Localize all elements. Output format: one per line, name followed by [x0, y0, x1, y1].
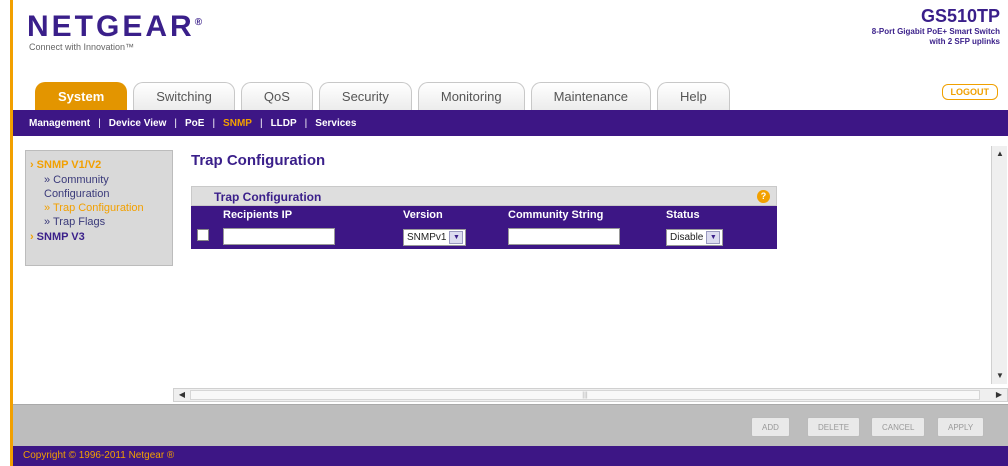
separator: |: [98, 117, 101, 129]
sidebar-group-snmp-v1-v2[interactable]: › SNMP V1/V2: [30, 159, 168, 171]
version-select[interactable]: SNMPv1 ▼: [403, 229, 467, 246]
sidebar-group-snmp-v3[interactable]: › SNMP V3: [30, 231, 168, 243]
add-button[interactable]: ADD: [751, 417, 790, 437]
chevron-down-icon: ▼: [706, 231, 721, 244]
tab-monitoring[interactable]: Monitoring: [417, 82, 525, 110]
community-string-input[interactable]: [508, 227, 620, 245]
subnav-poe[interactable]: PoE: [185, 118, 204, 129]
column-header-version: Version: [397, 206, 502, 224]
row-select-checkbox[interactable]: [197, 228, 209, 241]
main-tabs: System Switching QoS Security Monitoring…: [35, 82, 736, 110]
horizontal-scrollbar[interactable]: ◀ ||| ▶: [173, 388, 1008, 402]
subnav-device-view[interactable]: Device View: [109, 118, 167, 129]
model-info: GS510TP 8-Port Gigabit PoE+ Smart Switch…: [872, 6, 1000, 47]
column-header-community-string: Community String: [502, 206, 660, 224]
separator: |: [304, 117, 308, 129]
table-row: SNMPv1 ▼ Disable ▼: [191, 224, 777, 249]
scroll-left-icon[interactable]: ◀: [175, 389, 189, 401]
subnav-snmp[interactable]: SNMP: [223, 118, 252, 129]
page-title: Trap Configuration: [191, 152, 326, 169]
subnav-lldp[interactable]: LLDP: [271, 118, 297, 129]
column-header-recipients-ip: Recipients IP: [217, 206, 397, 224]
tab-switching[interactable]: Switching: [133, 82, 235, 110]
horizontal-scroll-thumb[interactable]: |||: [190, 390, 980, 400]
model-name: GS510TP: [920, 6, 1000, 26]
action-bar: ADD DELETE CANCEL APPLY: [13, 404, 1008, 446]
trap-table: Recipients IP Version Community String S…: [191, 206, 777, 249]
tab-security[interactable]: Security: [318, 82, 412, 110]
logout-button[interactable]: LOGOUT: [941, 84, 998, 100]
netgear-logo: NETGEAR®: [27, 10, 206, 43]
vertical-scrollbar[interactable]: ▲ ▼: [991, 146, 1007, 384]
tab-help[interactable]: Help: [657, 82, 730, 110]
cancel-button[interactable]: CANCEL: [871, 417, 926, 437]
app-frame: NETGEAR® Connect with Innovation™ GS510T…: [10, 0, 1008, 466]
version-select-value: SNMPv1: [407, 232, 447, 243]
subnav-services[interactable]: Services: [315, 118, 356, 129]
trap-configuration-panel: Trap Configuration ? Recipients IP Versi…: [191, 186, 777, 249]
model-desc-line1: 8-Port Gigabit PoE+ Smart Switch: [871, 27, 1000, 36]
help-icon[interactable]: ?: [757, 190, 770, 203]
status-select[interactable]: Disable ▼: [666, 229, 724, 246]
separator: |: [174, 117, 177, 129]
tagline: Connect with Innovation™: [29, 42, 135, 52]
delete-button[interactable]: DELETE: [807, 417, 861, 437]
apply-button[interactable]: APPLY: [937, 417, 985, 437]
separator: |: [259, 117, 263, 129]
panel-header: Trap Configuration ?: [191, 186, 777, 206]
separator: |: [212, 117, 216, 129]
scroll-up-icon[interactable]: ▲: [993, 148, 1007, 160]
select-column-header: [191, 206, 217, 224]
sub-navigation: Management | Device View | PoE | SNMP | …: [13, 110, 1008, 136]
recipients-ip-input[interactable]: [223, 227, 335, 245]
column-header-status: Status: [660, 206, 777, 224]
sidebar-item-community-configuration[interactable]: » Community Configuration: [30, 173, 168, 201]
status-select-value: Disable: [670, 232, 704, 243]
sidebar-item-trap-flags[interactable]: » Trap Flags: [30, 215, 168, 229]
model-desc-line2: with 2 SFP uplinks: [929, 37, 1000, 46]
copyright-footer: Copyright © 1996-2011 Netgear ®: [13, 446, 1008, 466]
tab-qos[interactable]: QoS: [240, 82, 313, 110]
arrow-icon: ›: [30, 231, 34, 243]
scroll-right-icon[interactable]: ▶: [992, 389, 1006, 401]
panel-title: Trap Configuration: [214, 190, 322, 204]
scroll-down-icon[interactable]: ▼: [993, 370, 1007, 382]
arrow-icon: ›: [30, 159, 34, 171]
tab-system[interactable]: System: [35, 82, 128, 110]
left-sidebar: › SNMP V1/V2 » Community Configuration » …: [25, 150, 173, 266]
chevron-down-icon: ▼: [449, 231, 464, 244]
sidebar-item-trap-configuration[interactable]: » Trap Configuration: [30, 201, 168, 215]
tab-maintenance[interactable]: Maintenance: [530, 82, 652, 110]
subnav-management[interactable]: Management: [29, 118, 90, 129]
